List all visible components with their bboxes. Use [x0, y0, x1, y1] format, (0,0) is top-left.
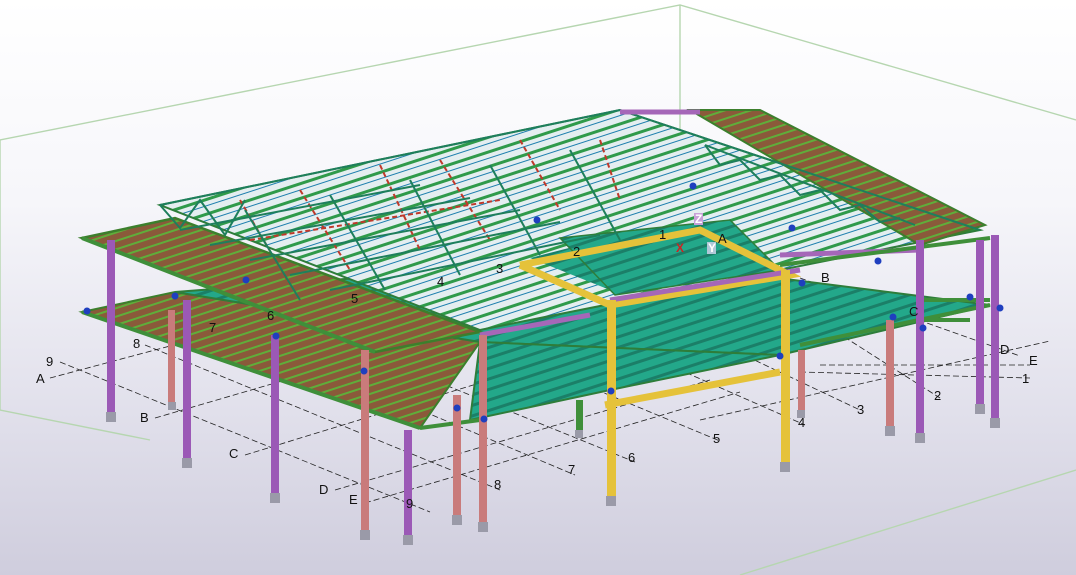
grid-label-7-left: 7 [209, 320, 216, 335]
grid-label-5-bottom: 5 [713, 431, 720, 446]
grid-label-D-right: D [1000, 342, 1009, 357]
grid-label-C-left: C [229, 446, 238, 461]
z-axis-label: Z [695, 212, 702, 226]
grid-label-3-bottom: 3 [857, 402, 864, 417]
grid-label-A-right: A [718, 231, 727, 246]
grid-label-6-bottom: 6 [628, 450, 635, 465]
grid-label-2-bottom: 2 [934, 388, 941, 403]
grid-label-8-bottom: 8 [494, 477, 501, 492]
x-axis-label: X [676, 241, 684, 255]
grid-label-C-right: C [909, 304, 918, 319]
structural-model-view[interactable]: Z X Y A B C D E 9 8 7 6 5 4 3 9 8 7 6 5 … [0, 0, 1076, 575]
y-axis-label: Y [708, 241, 716, 255]
grid-label-3-left: 3 [496, 261, 503, 276]
grid-label-4-left: 4 [437, 274, 444, 289]
grid-label-9-left: 9 [46, 354, 53, 369]
grid-label-1-top: 1 [659, 227, 666, 242]
grid-label-9-bottom: 9 [406, 496, 413, 511]
grid-label-8-left: 8 [133, 336, 140, 351]
grid-label-2-top: 2 [573, 244, 580, 259]
grid-label-E-left: E [349, 492, 358, 507]
grid-label-6-left: 6 [267, 308, 274, 323]
grid-label-E-right: E [1029, 353, 1038, 368]
grid-label-B-right: B [821, 270, 830, 285]
grid-label-B-left: B [140, 410, 149, 425]
column-footings [106, 402, 1000, 545]
grid-label-D-left: D [319, 482, 328, 497]
model-viewport[interactable]: Z X Y A B C D E 9 8 7 6 5 4 3 9 8 7 6 5 … [0, 0, 1076, 575]
grid-label-1-bottom: 1 [1022, 371, 1029, 386]
grid-label-A-left: A [36, 371, 45, 386]
grid-label-7-bottom: 7 [568, 462, 575, 477]
grid-label-4-bottom: 4 [798, 415, 805, 430]
grid-label-5-left: 5 [351, 291, 358, 306]
